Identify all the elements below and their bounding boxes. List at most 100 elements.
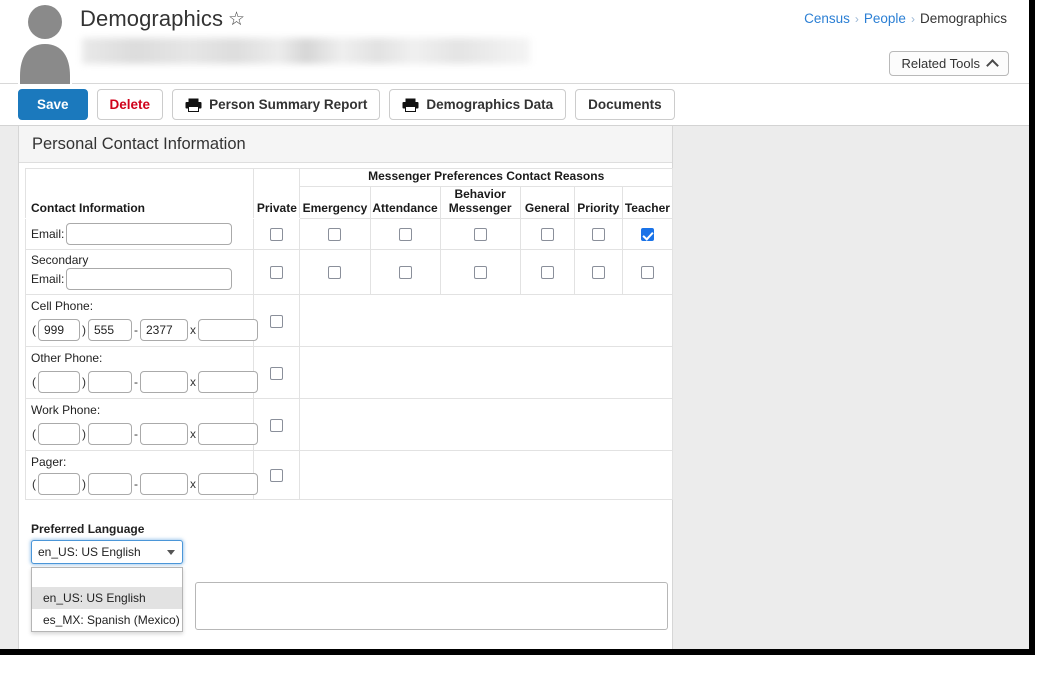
email-cell: Email: <box>24 218 255 250</box>
ext-separator: x <box>190 323 196 337</box>
other-phone-cell: Other Phone: ( ) - x <box>24 346 258 399</box>
secondary-email-behavior-messenger-checkbox[interactable] <box>473 266 487 280</box>
email-input[interactable] <box>66 223 233 245</box>
work-phone-private-cell <box>253 398 301 451</box>
pager-cell: Pager: ( ) - x <box>24 450 258 500</box>
preferred-language-selected-value: en_US: US English <box>38 545 141 559</box>
other-phone-reasons-empty <box>299 346 673 399</box>
breadcrumb-separator: › <box>910 12 915 26</box>
pager-private-checkbox[interactable] <box>270 469 284 483</box>
other-phone-prefix-input[interactable] <box>88 371 132 393</box>
delete-button[interactable]: Delete <box>96 89 164 120</box>
language-option-en-us[interactable]: en_US: US English <box>32 587 182 609</box>
column-header-priority: Priority <box>573 186 623 219</box>
contact-information-table: Contact Information Private Messenger Pr… <box>24 168 674 500</box>
work-phone-private-checkbox[interactable] <box>270 418 284 432</box>
other-phone-line-input[interactable] <box>140 371 188 393</box>
table-group-header-row: Contact Information Private Messenger Pr… <box>24 168 673 219</box>
other-phone-ext-input[interactable] <box>198 371 258 393</box>
documents-button[interactable]: Documents <box>575 89 675 120</box>
column-header-contact-information: Contact Information <box>24 168 255 219</box>
cell-phone-line-input[interactable] <box>140 319 188 341</box>
secondary-email-label-line2: Email: <box>31 272 65 286</box>
save-button[interactable]: Save <box>18 89 88 120</box>
work-phone-prefix-input[interactable] <box>88 423 132 445</box>
preferred-language-dropdown[interactable]: en_US: US English es_MX: Spanish (Mexico… <box>31 567 183 632</box>
table-row-email: Email: <box>24 218 674 250</box>
other-phone-area-input[interactable] <box>38 371 80 393</box>
table-row-work-phone: Work Phone: ( ) - x <box>24 398 673 451</box>
other-phone-label: Other Phone: <box>31 351 103 365</box>
work-phone-ext-input[interactable] <box>198 423 258 445</box>
ext-separator: x <box>190 427 196 441</box>
secondary-email-cell: Secondary Email: <box>24 249 255 295</box>
personal-contact-information-panel: Personal Contact Information Contact Inf… <box>18 126 674 649</box>
page-title: Demographics <box>80 6 224 31</box>
work-phone-line-input[interactable] <box>140 423 188 445</box>
cell-phone-reasons-empty <box>299 294 673 347</box>
breadcrumb: Census › People › Demographics <box>804 11 1007 26</box>
email-priority-checkbox[interactable] <box>591 228 605 242</box>
related-tools-button[interactable]: Related Tools <box>889 51 1009 76</box>
panel-title: Personal Contact Information <box>32 134 246 153</box>
cell-phone-cell: Cell Phone: ( ) - x <box>24 294 258 347</box>
dash-separator: - <box>134 427 138 441</box>
person-avatar-icon <box>18 0 72 84</box>
secondary-email-private-checkbox[interactable] <box>270 266 284 280</box>
pager-ext-input[interactable] <box>198 473 258 495</box>
demographics-data-label: Demographics Data <box>426 97 554 112</box>
work-phone-area-input[interactable] <box>38 423 80 445</box>
secondary-email-general-cell <box>519 249 575 295</box>
email-general-checkbox[interactable] <box>540 228 554 242</box>
secondary-email-attendance-checkbox[interactable] <box>398 266 412 280</box>
person-name-redacted <box>82 38 530 64</box>
preferred-language-select[interactable]: en_US: US English <box>31 540 183 564</box>
email-attendance-cell <box>369 218 441 250</box>
secondary-email-emergency-cell <box>299 249 371 295</box>
secondary-email-emergency-checkbox[interactable] <box>328 266 342 280</box>
ext-separator: x <box>190 477 196 491</box>
demographics-data-button[interactable]: Demographics Data <box>389 89 567 120</box>
breadcrumb-item-census[interactable]: Census <box>804 11 850 26</box>
email-teacher-checkbox[interactable] <box>640 228 654 242</box>
cell-phone-prefix-input[interactable] <box>88 319 132 341</box>
email-behavior-messenger-checkbox[interactable] <box>473 228 487 242</box>
email-private-checkbox[interactable] <box>270 228 284 242</box>
person-summary-report-label: Person Summary Report <box>209 97 368 112</box>
pager-area-input[interactable] <box>38 473 80 495</box>
secondary-email-teacher-checkbox[interactable] <box>640 266 654 280</box>
breadcrumb-item-people[interactable]: People <box>864 11 906 26</box>
email-private-cell <box>253 218 301 250</box>
secondary-email-behavior-messenger-cell <box>439 249 521 295</box>
breadcrumb-item-demographics: Demographics <box>919 11 1007 26</box>
cell-phone-area-input[interactable] <box>38 319 80 341</box>
secondary-email-private-cell <box>253 249 301 295</box>
star-outline-icon[interactable]: ☆ <box>228 10 245 29</box>
cell-phone-private-checkbox[interactable] <box>270 314 284 328</box>
paren-close: ) <box>82 427 86 441</box>
action-toolbar: Save Delete Person Summary Report Demogr… <box>0 84 1029 126</box>
column-header-emergency: Emergency <box>299 186 371 219</box>
column-header-private: Private <box>253 168 301 219</box>
email-emergency-checkbox[interactable] <box>328 228 342 242</box>
other-phone-private-checkbox[interactable] <box>270 366 284 380</box>
cell-phone-ext-input[interactable] <box>198 319 258 341</box>
related-tools-label: Related Tools <box>901 56 980 71</box>
dash-separator: - <box>134 323 138 337</box>
language-option-es-mx[interactable]: es_MX: Spanish (Mexico) <box>32 609 182 631</box>
secondary-email-general-checkbox[interactable] <box>540 266 554 280</box>
printer-icon <box>185 98 202 112</box>
column-group-header-messenger-preferences: Messenger Preferences Contact Reasons <box>299 168 673 187</box>
paren-close: ) <box>82 323 86 337</box>
secondary-email-input[interactable] <box>66 268 233 290</box>
pager-prefix-input[interactable] <box>88 473 132 495</box>
paren-close: ) <box>82 375 86 389</box>
email-general-cell <box>519 218 575 250</box>
email-attendance-checkbox[interactable] <box>398 228 412 242</box>
comments-textarea[interactable] <box>195 582 668 630</box>
person-summary-report-button[interactable]: Person Summary Report <box>172 89 381 120</box>
paren-open: ( <box>32 477 36 491</box>
preferred-language-group: Preferred Language en_US: US English en_… <box>25 522 325 632</box>
secondary-email-priority-checkbox[interactable] <box>591 266 605 280</box>
pager-line-input[interactable] <box>140 473 188 495</box>
